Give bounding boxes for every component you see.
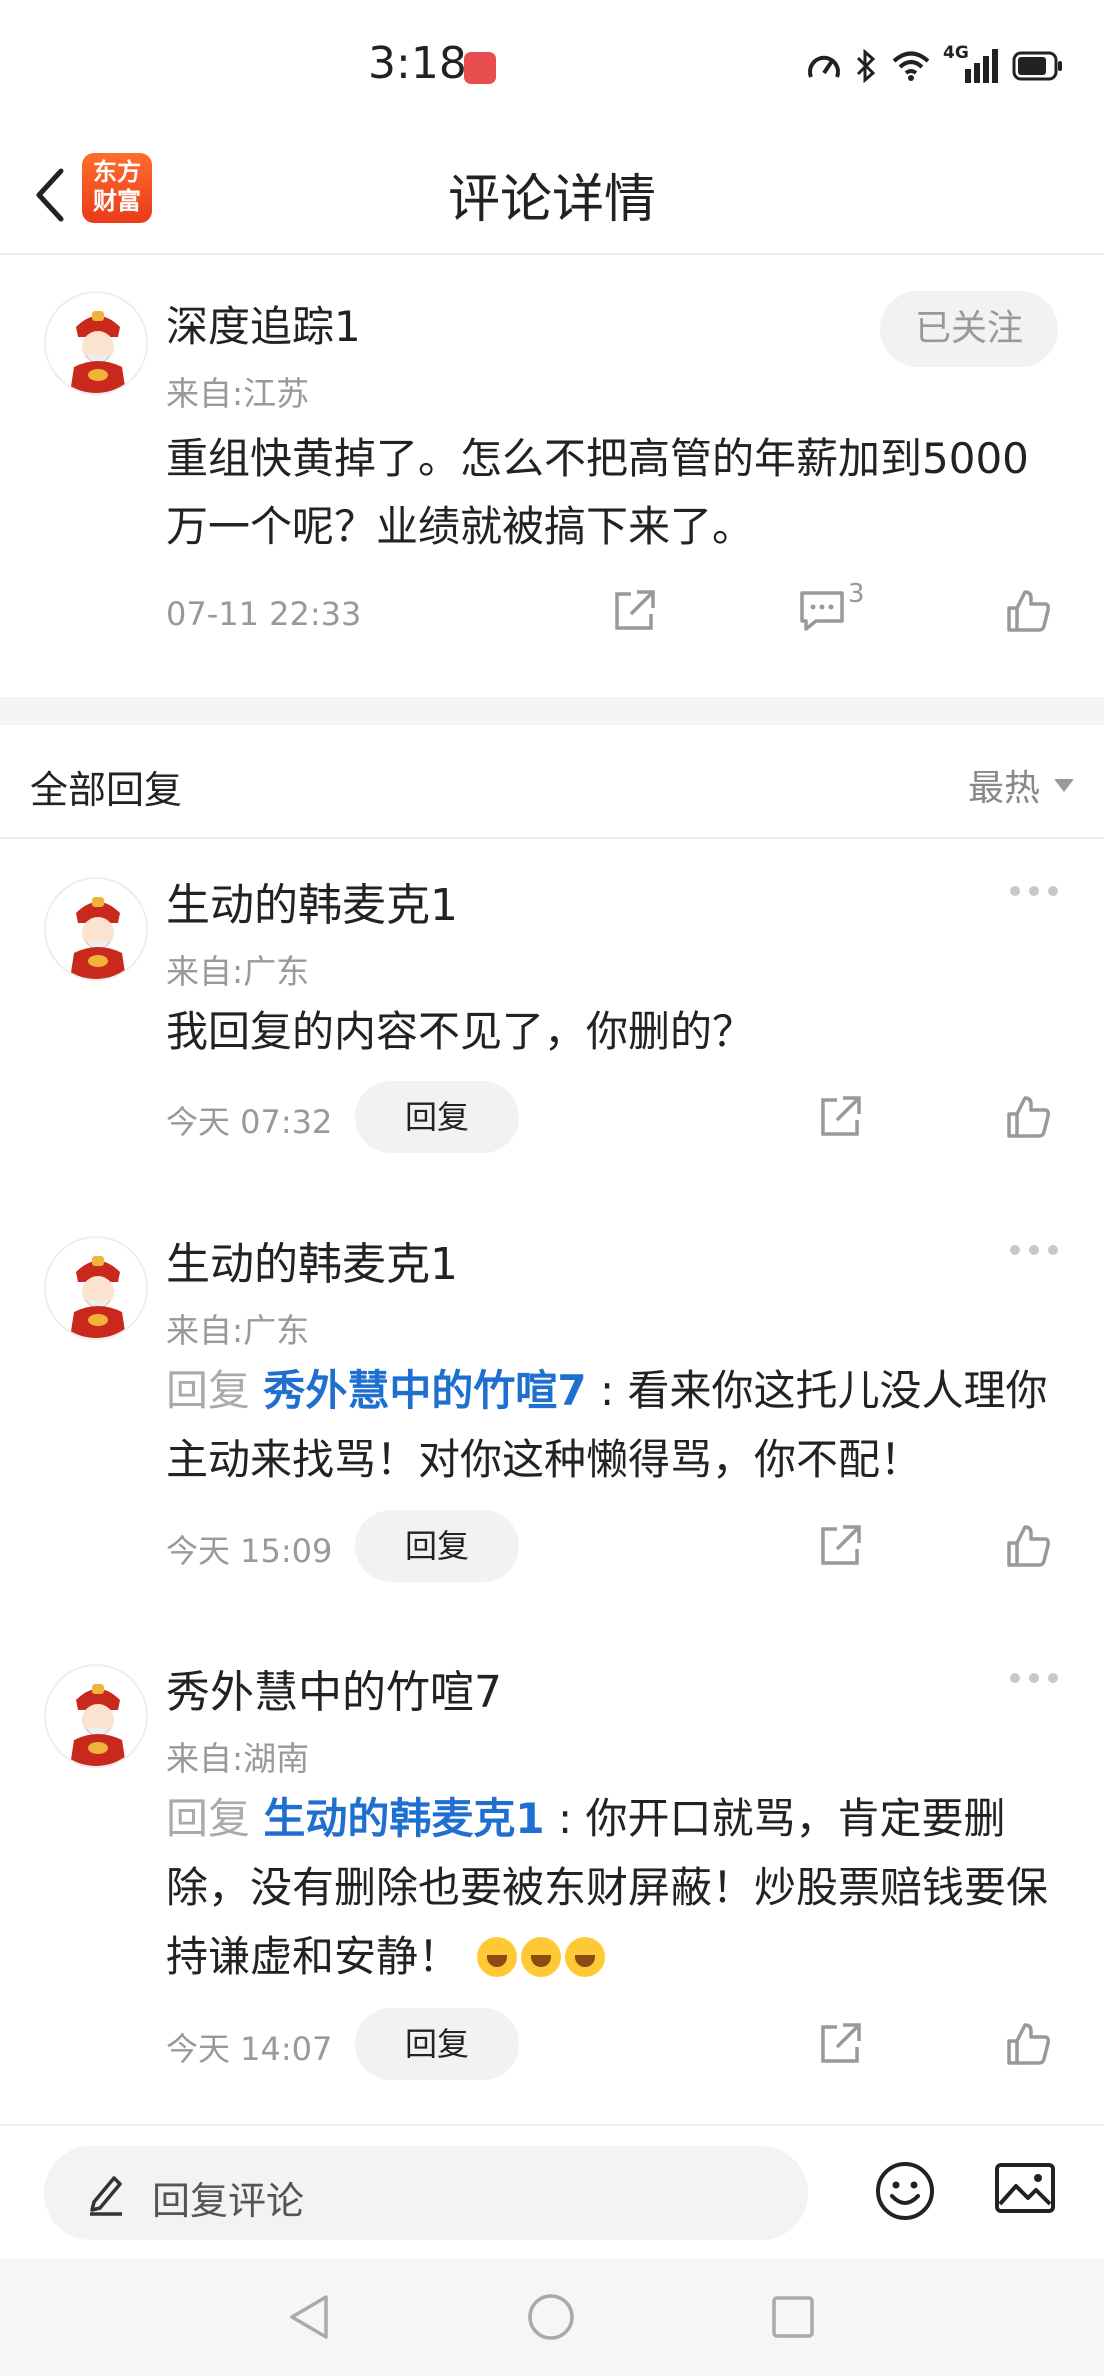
share-icon [821, 1525, 861, 1565]
replies-header: 全部回复 最热 [0, 725, 1104, 839]
more-dots-icon[interactable] [1010, 881, 1058, 901]
laughing-crying-emoji-icon [565, 1937, 606, 1977]
main-post: 深度追踪1 来自:江苏 已关注 重组快黄掉了。怎么不把高管的年薪加到5000万一… [0, 257, 1104, 697]
reply-text: 我回复的内容不见了，你删的？ [166, 1007, 755, 1056]
avatar[interactable] [44, 877, 148, 981]
share-icon [821, 2023, 861, 2063]
reply-item: 生动的韩麦克1 来自:广东 我回复的内容不见了，你删的？ 今天 07:32 回复 [0, 841, 1104, 1197]
emoji-button[interactable] [874, 2160, 936, 2226]
thumbs-up-icon [1007, 1525, 1050, 1567]
reply-separator: : [586, 1366, 628, 1415]
reply-item: 生动的韩麦克1 来自:广东 回复 秀外慧中的竹喧7 : 看来你这托儿没人理你主动… [0, 1200, 1104, 1628]
reply-location: 来自:湖南 [166, 1739, 310, 1778]
reply-content: 回复 秀外慧中的竹喧7 : 看来你这托儿没人理你主动来找骂！对你这种懒得骂，你不… [166, 1356, 1066, 1494]
section-divider [0, 697, 1104, 725]
speed-icon [808, 55, 840, 78]
image-icon [995, 2163, 1055, 2213]
thumbs-up-icon [1007, 2023, 1050, 2065]
comment-count: 3 [848, 579, 865, 609]
reply-prefix: 回复 [166, 1366, 264, 1415]
sort-label: 最热 [967, 768, 1040, 809]
reply-time: 今天 14:07 [166, 2030, 333, 2068]
sort-dropdown[interactable]: 最热 [968, 759, 1074, 811]
avatar[interactable] [44, 291, 148, 395]
reply-content: 回复 生动的韩麦克1 : 你开口就骂，肯定要删除，没有删除也要被东财屏蔽！炒股票… [166, 1784, 1066, 1991]
laughing-crying-emoji-icon [477, 1937, 518, 1977]
comment-button[interactable] [792, 581, 852, 641]
emoji-icon [876, 2162, 934, 2220]
status-icons: 4G [807, 43, 1064, 88]
caishen-avatar-icon [48, 881, 146, 979]
share-icon [821, 1096, 861, 1136]
post-location: 来自:江苏 [166, 374, 310, 413]
like-button[interactable] [998, 2014, 1058, 2074]
reply-button[interactable]: 回复 [355, 1510, 519, 1582]
signal-icon: 4G [943, 43, 998, 83]
reply-button[interactable]: 回复 [355, 1081, 519, 1153]
status-bar: 3:18 4G [0, 0, 1104, 135]
reply-separator: : [544, 1794, 586, 1843]
network-type: 4G [943, 43, 969, 63]
share-button[interactable] [810, 1516, 870, 1576]
post-content: 重组快黄掉了。怎么不把高管的年薪加到5000万一个呢？业绩就被搞下来了。 [166, 434, 1029, 551]
like-button[interactable] [998, 1087, 1058, 1147]
reply-author[interactable]: 秀外慧中的竹喧7 [166, 1656, 502, 1720]
page-title: 评论详情 [447, 170, 656, 230]
battery-icon [1012, 51, 1062, 81]
pencil-icon [90, 2176, 122, 2216]
share-icon [615, 590, 655, 630]
more-dots-icon[interactable] [1010, 1240, 1058, 1260]
share-button[interactable] [810, 2014, 870, 2074]
laughing-crying-emoji-icon [521, 1937, 562, 1977]
notification-app-icon [464, 52, 496, 84]
image-button[interactable] [994, 2160, 1056, 2220]
nav-home-button[interactable] [526, 2292, 576, 2346]
reply-author[interactable]: 生动的韩麦克1 [166, 869, 458, 933]
reply-input-placeholder: 回复评论 [152, 2179, 305, 2223]
caishen-avatar-icon [48, 295, 146, 393]
reply-target-user[interactable]: 秀外慧中的竹喧7 [263, 1366, 586, 1415]
post-time: 07-11 22:33 [166, 595, 362, 633]
circle-home-icon [528, 2294, 574, 2340]
thumbs-up-icon [1007, 1096, 1050, 1138]
system-nav-bar [0, 2258, 1104, 2376]
like-button[interactable] [998, 1516, 1058, 1576]
header: 东方 财富 评论详情 [0, 135, 1104, 255]
reply-bar: 回复评论 [0, 2124, 1104, 2258]
bluetooth-icon [856, 49, 876, 83]
replies-title: 全部回复 [30, 768, 183, 812]
comment-icon [800, 591, 844, 631]
reply-button[interactable]: 回复 [355, 2008, 519, 2080]
share-button[interactable] [604, 581, 664, 641]
triangle-back-icon [290, 2295, 328, 2339]
reply-location: 来自:广东 [166, 952, 310, 991]
reply-author[interactable]: 生动的韩麦克1 [166, 1228, 458, 1292]
reply-time: 今天 15:09 [166, 1532, 333, 1570]
reply-input[interactable]: 回复评论 [44, 2146, 808, 2240]
caishen-avatar-icon [48, 1668, 146, 1766]
status-time: 3:18 [368, 38, 467, 89]
caishen-avatar-icon [48, 1240, 146, 1338]
like-button[interactable] [998, 581, 1058, 641]
reply-location: 来自:广东 [166, 1311, 310, 1350]
reply-target-user[interactable]: 生动的韩麦克1 [263, 1794, 544, 1843]
reply-content: 我回复的内容不见了，你删的？ [166, 997, 1066, 1066]
caret-down-icon [1054, 778, 1074, 792]
wifi-icon [892, 51, 930, 81]
more-dots-icon[interactable] [1010, 1668, 1058, 1688]
share-button[interactable] [810, 1087, 870, 1147]
nav-recents-button[interactable] [768, 2292, 818, 2346]
avatar[interactable] [44, 1236, 148, 1340]
thumbs-up-icon [1007, 590, 1050, 632]
follow-button[interactable]: 已关注 [880, 291, 1058, 367]
reply-time: 今天 07:32 [166, 1103, 333, 1141]
square-recents-icon [772, 2296, 814, 2338]
reply-item: 秀外慧中的竹喧7 来自:湖南 回复 生动的韩麦克1 : 你开口就骂，肯定要删除，… [0, 1628, 1104, 2122]
reply-prefix: 回复 [166, 1794, 264, 1843]
post-author[interactable]: 深度追踪1 [166, 293, 361, 354]
nav-back-button[interactable] [284, 2292, 334, 2346]
avatar[interactable] [44, 1664, 148, 1768]
